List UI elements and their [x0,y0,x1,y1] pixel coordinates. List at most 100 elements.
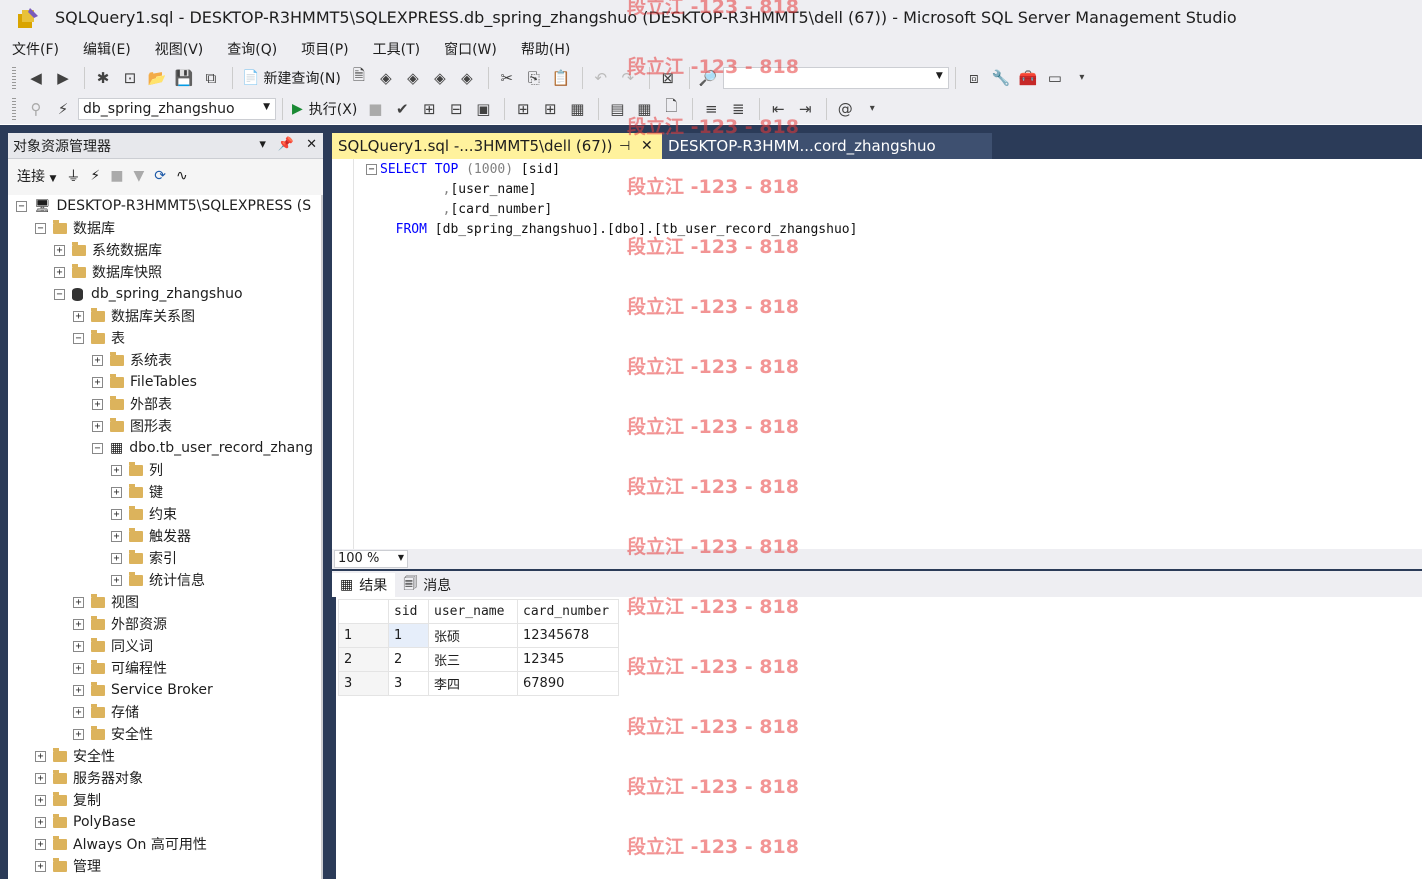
collapse-icon[interactable]: − [16,200,27,212]
grid-cell[interactable]: 12345 [517,647,619,672]
toolbar-grip[interactable] [12,97,16,120]
tree-node[interactable]: + 管理 [35,855,101,877]
expand-icon[interactable]: + [35,750,46,762]
tree-node[interactable]: + 系统数据库 [54,239,162,261]
row-number[interactable]: 3 [338,671,389,696]
tree-node[interactable]: + 复制 [35,789,101,811]
toolbar-grip[interactable] [12,66,16,89]
comment-icon[interactable]: ≡ [699,97,723,121]
copy-icon[interactable]: ⎘ [522,66,546,90]
save-icon[interactable]: 💾 [172,66,196,90]
expand-icon[interactable]: + [73,618,84,630]
column-header-user-name[interactable]: user_name [428,599,518,624]
expand-icon[interactable]: + [73,662,84,674]
pin-icon[interactable]: 📌 [278,137,294,152]
properties-wrench-icon[interactable]: 🔧 [989,66,1013,90]
menu-file[interactable]: 文件(F) [12,36,71,62]
tab-messages[interactable]: 🗐 消息 [395,573,459,597]
dax-query-icon[interactable]: ◈ [455,66,479,90]
row-number[interactable]: 1 [338,623,389,648]
expand-icon[interactable]: + [92,420,103,432]
tree-node[interactable]: + 约束 [111,503,177,525]
toolbar-overflow-icon[interactable]: ▾ [1070,66,1094,90]
connect-button[interactable]: 连接 ▼ [17,166,56,186]
filter-icon[interactable]: ▼ [133,168,144,184]
connect-icon[interactable]: ⚲ [24,97,48,121]
pin-icon[interactable]: ⊣ [619,139,630,154]
grid-cell[interactable]: 张三 [428,647,518,672]
grid-corner[interactable] [338,599,389,624]
search-input[interactable]: ▼ [722,66,949,89]
tree-node[interactable]: + 数据库快照 [54,261,162,283]
dmx-query-icon[interactable]: ◈ [401,66,425,90]
tab-results[interactable]: ▦ 结果 [332,573,396,597]
column-header-card-number[interactable]: card_number [517,599,619,624]
add-item-icon[interactable]: ⊡ [118,66,142,90]
tree-node[interactable]: + 可编程性 [73,657,167,679]
activity-monitor-icon[interactable]: ∿ [176,168,188,184]
expand-icon[interactable]: + [92,398,103,410]
tree-node[interactable]: − db_spring_zhangshuo [54,283,243,305]
mdx-query-icon[interactable]: ◈ [374,66,398,90]
panel-menu-icon[interactable]: ▾ [259,137,266,152]
grid-cell[interactable]: 李四 [428,671,518,696]
client-statistics-icon[interactable]: ▦ [565,97,589,121]
zoom-select[interactable]: 100 % ▼ [334,550,408,568]
new-query-button[interactable]: 📄 新建查询(N) [239,66,344,90]
expand-icon[interactable]: + [54,244,65,256]
grid-cell[interactable]: 12345678 [517,623,619,648]
toolbox-icon[interactable]: 🧰 [1016,66,1040,90]
expand-icon[interactable]: + [111,464,122,476]
expand-icon[interactable]: + [35,838,46,850]
tree-node[interactable]: + 统计信息 [111,569,205,591]
menu-window[interactable]: 窗口(W) [444,36,509,62]
tree-node[interactable]: + Always On 高可用性 [35,833,207,855]
tree-node[interactable]: + PolyBase [35,811,136,833]
expand-icon[interactable]: + [111,574,122,586]
tree-node[interactable]: − 🖥 DESKTOP-R3HMMT5\SQLEXPRESS (S [16,195,311,217]
grid-cell[interactable]: 张硕 [428,623,518,648]
expand-icon[interactable]: + [73,706,84,718]
menu-project[interactable]: 项目(P) [301,36,360,62]
decrease-indent-icon[interactable]: ⇤ [766,97,790,121]
tree-node[interactable]: + 存储 [73,701,139,723]
tree-node[interactable]: + 图形表 [92,415,172,437]
collapse-icon[interactable]: − [92,442,103,454]
cut-icon[interactable]: ✂ [495,66,519,90]
sql-editor[interactable]: − SELECT TOP (1000) [sid] ,[user_name] ,… [332,159,1422,549]
query-designer-icon[interactable]: ⊟ [444,97,468,121]
menu-edit[interactable]: 编辑(E) [83,36,143,62]
results-to-grid-icon[interactable]: ▦ [632,97,656,121]
tab-table-designer[interactable]: DESKTOP-R3HMM...cord_zhangshuo [662,133,992,159]
row-number[interactable]: 2 [338,647,389,672]
expand-icon[interactable]: + [73,728,84,740]
collapse-icon[interactable]: − [35,222,46,234]
execute-button[interactable]: ▶ 执行(X) [289,97,360,121]
menu-help[interactable]: 帮助(H) [521,36,582,62]
expand-icon[interactable]: + [35,794,46,806]
tree-node[interactable]: + 同义词 [73,635,153,657]
results-to-file-icon[interactable]: 🗋 [659,97,683,121]
expand-icon[interactable]: + [73,310,84,322]
menu-tools[interactable]: 工具(T) [373,36,432,62]
back-icon[interactable]: ◀ [24,66,48,90]
menu-view[interactable]: 视图(V) [155,36,216,62]
paste-icon[interactable]: 📋 [549,66,573,90]
tree-node[interactable]: + 安全性 [35,745,115,767]
grid-cell[interactable]: 67890 [517,671,619,696]
tree-node[interactable]: + FileTables [92,371,197,393]
expand-icon[interactable]: + [111,552,122,564]
expand-icon[interactable]: + [35,816,46,828]
live-statistics-icon[interactable]: ⊞ [538,97,562,121]
expand-icon[interactable]: + [92,376,103,388]
outline-collapse-icon[interactable]: − [366,164,377,175]
tree-node[interactable]: + 视图 [73,591,139,613]
tree-node[interactable]: + 列 [111,459,163,481]
xmla-query-icon[interactable]: ◈ [428,66,452,90]
close-icon[interactable]: ✕ [306,137,317,152]
sql-code[interactable]: SELECT TOP (1000) [sid] ,[user_name] ,[c… [380,160,857,240]
parse-check-icon[interactable]: ✔ [390,97,414,121]
redo-icon[interactable]: ↷ [616,66,640,90]
expand-icon[interactable]: + [35,860,46,872]
expand-icon[interactable]: + [73,684,84,696]
